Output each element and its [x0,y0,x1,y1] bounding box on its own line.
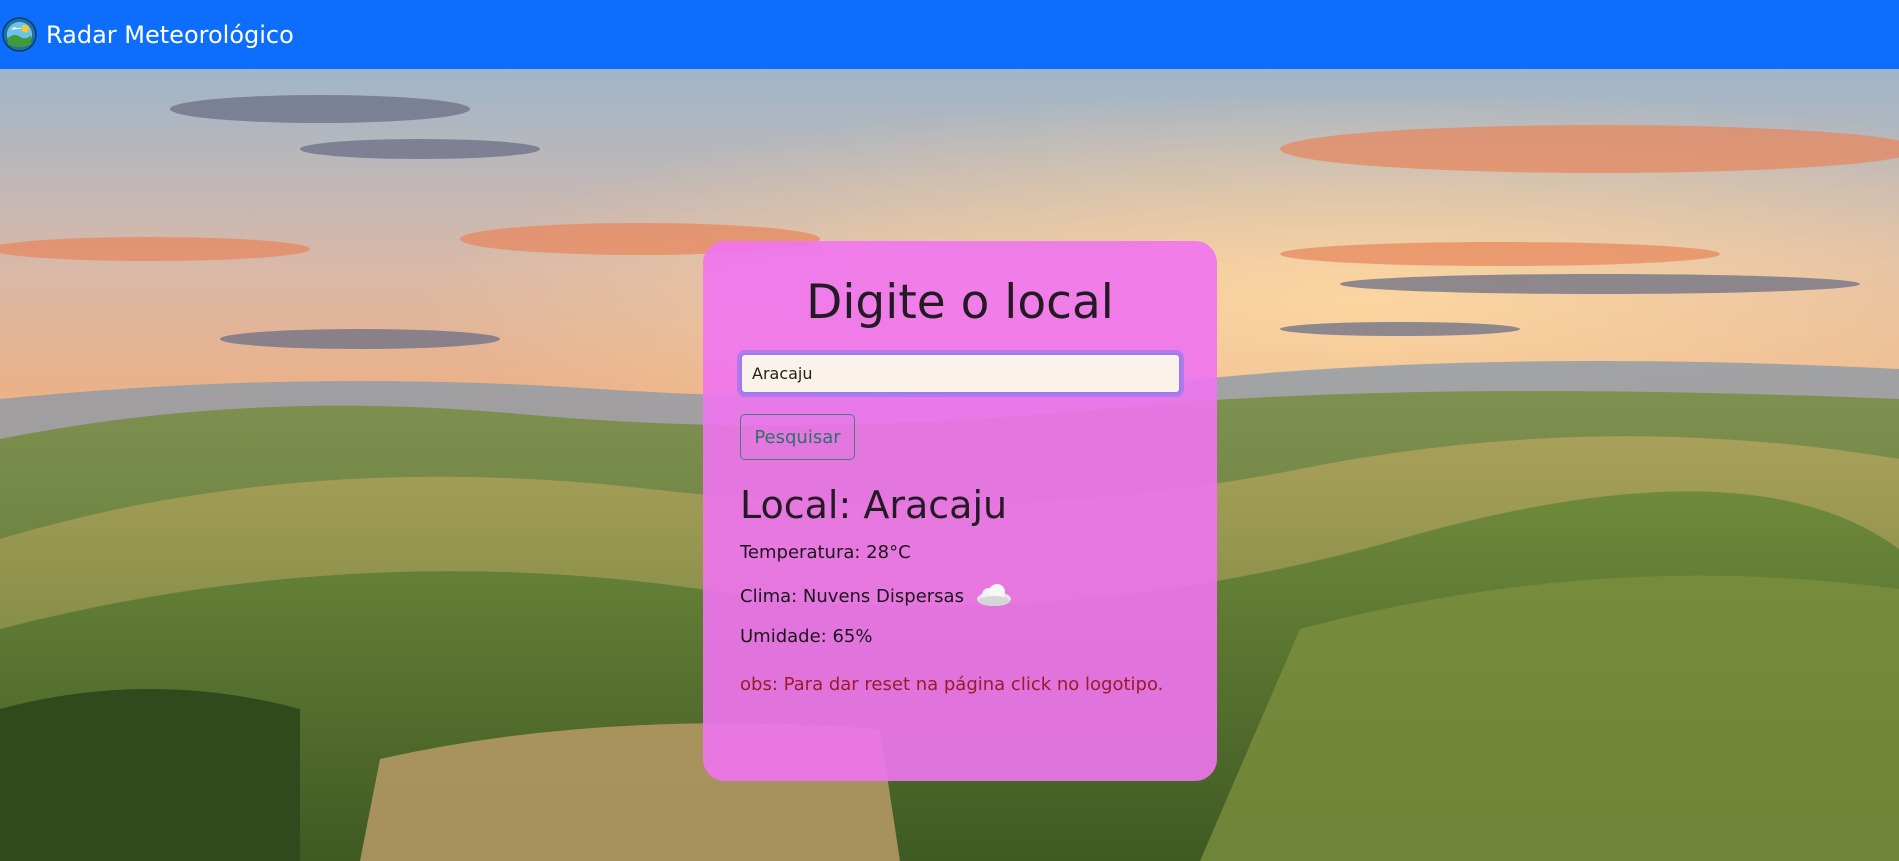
brand-title: Radar Meteorológico [46,20,294,49]
search-button[interactable]: Pesquisar [740,414,855,460]
top-navbar: Radar Meteorológico [0,0,1899,69]
weather-text: Clima: Nuvens Dispersas [740,586,964,607]
reset-note: obs: Para dar reset na página click no l… [740,674,1164,695]
logo-icon[interactable] [2,17,37,52]
card-title: Digite o local [806,275,1114,330]
search-input[interactable] [740,353,1181,394]
cloud-icon [974,582,1014,612]
temperature-text: Temperatura: 28°C [740,542,911,563]
location-heading: Local: Aracaju [740,483,1008,527]
weather-card: Digite o local Pesquisar Local: Aracaju … [703,241,1217,781]
humidity-text: Umidade: 65% [740,626,873,647]
weather-row: Clima: Nuvens Dispersas [740,583,1180,611]
